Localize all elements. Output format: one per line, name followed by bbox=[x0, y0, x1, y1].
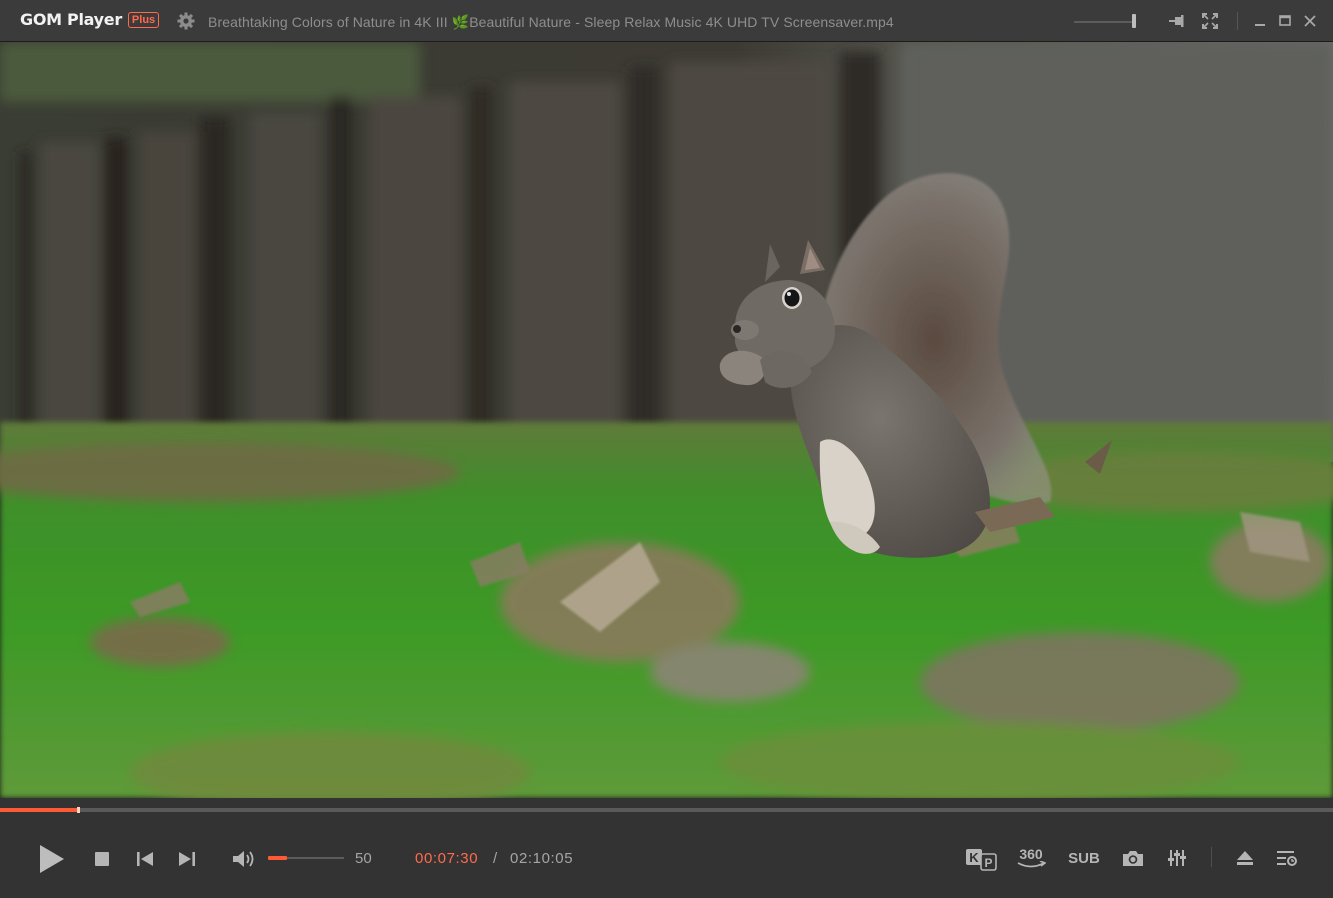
opacity-slider[interactable] bbox=[1074, 14, 1136, 28]
equalizer-icon[interactable] bbox=[1164, 846, 1190, 870]
control-bar: 50 00:07:30 / 02:10:05 K P 360 SUB bbox=[0, 798, 1333, 898]
app-name: GOM Player bbox=[20, 10, 122, 29]
vr-360-button[interactable]: 360 bbox=[1012, 843, 1050, 873]
playlist-icon[interactable] bbox=[1274, 846, 1300, 870]
subtitle-button[interactable]: SUB bbox=[1064, 847, 1104, 869]
opacity-track bbox=[1074, 21, 1132, 23]
maximize-icon[interactable] bbox=[1275, 11, 1295, 31]
volume-icon[interactable] bbox=[230, 847, 256, 871]
seek-progress bbox=[0, 808, 77, 812]
stop-icon[interactable] bbox=[92, 849, 112, 869]
titlebar-divider bbox=[1237, 12, 1238, 30]
current-time[interactable]: 00:07:30 bbox=[415, 850, 478, 867]
seek-bar[interactable] bbox=[0, 808, 1333, 812]
previous-icon[interactable] bbox=[134, 849, 156, 869]
next-icon[interactable] bbox=[176, 849, 198, 869]
total-time[interactable]: 02:10:05 bbox=[510, 850, 573, 867]
gear-icon[interactable] bbox=[176, 11, 196, 31]
camera-icon[interactable] bbox=[1120, 846, 1146, 870]
vr-360-label: 360 bbox=[1019, 846, 1043, 862]
volume-value: 50 bbox=[355, 850, 372, 867]
video-image bbox=[0, 42, 1333, 798]
window-title: Breathtaking Colors of Nature in 4K III … bbox=[208, 14, 894, 30]
volume-level bbox=[268, 856, 287, 860]
svg-text:K: K bbox=[969, 850, 979, 865]
plus-badge: Plus bbox=[127, 11, 160, 28]
app-logo[interactable]: GOM Player Plus bbox=[20, 10, 160, 29]
rotate-arc-icon bbox=[1017, 861, 1046, 868]
time-separator: / bbox=[493, 850, 498, 867]
title-bar[interactable]: GOM Player Plus Breathtaking Colors of N… bbox=[0, 0, 1333, 42]
pin-icon[interactable] bbox=[1167, 11, 1187, 31]
svg-text:P: P bbox=[984, 856, 992, 870]
seek-handle[interactable] bbox=[77, 807, 80, 813]
controls-divider bbox=[1211, 847, 1212, 867]
eject-icon[interactable] bbox=[1232, 846, 1258, 870]
play-icon[interactable] bbox=[34, 842, 68, 876]
video-frame[interactable] bbox=[0, 42, 1333, 798]
opacity-thumb[interactable] bbox=[1132, 14, 1136, 28]
kp-icon[interactable]: K P bbox=[964, 845, 998, 873]
fullscreen-icon[interactable] bbox=[1200, 11, 1220, 31]
close-icon[interactable] bbox=[1300, 11, 1320, 31]
minimize-icon[interactable] bbox=[1250, 11, 1270, 31]
subtitle-label: SUB bbox=[1068, 849, 1100, 867]
